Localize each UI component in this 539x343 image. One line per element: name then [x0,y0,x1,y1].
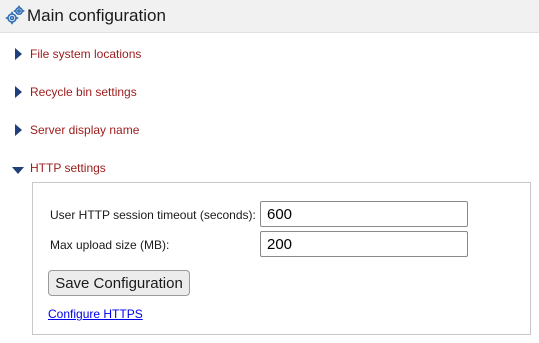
max-upload-label: Max upload size (MB): [50,238,170,252]
session-timeout-label: User HTTP session timeout (seconds): [50,208,256,222]
section-recycle-bin-settings[interactable]: Recycle bin settings [14,83,154,101]
section-http-settings[interactable]: HTTP settings [11,159,124,177]
title-bar: Main configuration [0,0,539,33]
page-title: Main configuration [27,6,166,25]
caret-right-icon [14,123,24,137]
caret-right-icon [14,85,24,99]
save-configuration-button[interactable]: Save Configuration [48,270,190,296]
section-label: Server display name [30,123,140,137]
configure-https-link[interactable]: Configure HTTPS [48,307,143,321]
http-settings-panel: User HTTP session timeout (seconds): Max… [32,182,531,335]
section-file-system-locations[interactable]: File system locations [14,45,154,63]
max-upload-input[interactable] [260,231,468,257]
section-label: File system locations [30,47,142,61]
section-label: Recycle bin settings [30,85,137,99]
section-server-display-name[interactable]: Server display name [14,121,154,139]
section-label: HTTP settings [30,161,106,175]
session-timeout-input[interactable] [260,201,468,227]
gears-icon [5,5,25,25]
main-configuration-page: Main configuration File system locations… [0,0,539,343]
caret-right-icon [14,47,24,61]
caret-down-icon [11,163,25,174]
